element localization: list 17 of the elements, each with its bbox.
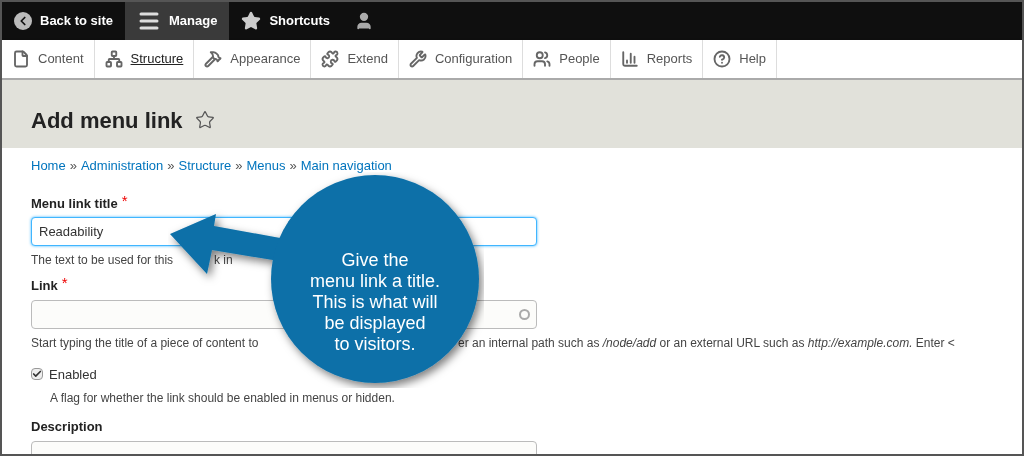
required-mark: *	[121, 193, 128, 208]
field-label: Menu link title	[31, 194, 118, 213]
required-mark: *	[61, 276, 68, 290]
field-description: k in	[214, 252, 233, 269]
field-description: Start typing the title of a piece of content to	[31, 334, 260, 352]
breadcrumb-separator: »	[69, 157, 77, 175]
checkbox-label: Enabled	[49, 365, 97, 384]
breadcrumb-separator: »	[289, 157, 297, 175]
field-description: A flag for whether the link should be enabled in menus or hidden.	[50, 390, 395, 407]
field-description: er an internal path such as /node/add or an external URL such as http://example.com. Enter <	[458, 334, 955, 352]
field-label: Description	[31, 418, 103, 436]
breadcrumb-separator: »	[235, 157, 243, 175]
page-title: Add menu link	[31, 106, 183, 135]
breadcrumb-separator: »	[167, 157, 175, 175]
callout-tooltip-text: Give the menu link a title. This is what will be displayed to visitors.	[308, 250, 442, 355]
field-description: The text to be used for this	[31, 252, 175, 269]
field-label: Link	[31, 277, 58, 295]
